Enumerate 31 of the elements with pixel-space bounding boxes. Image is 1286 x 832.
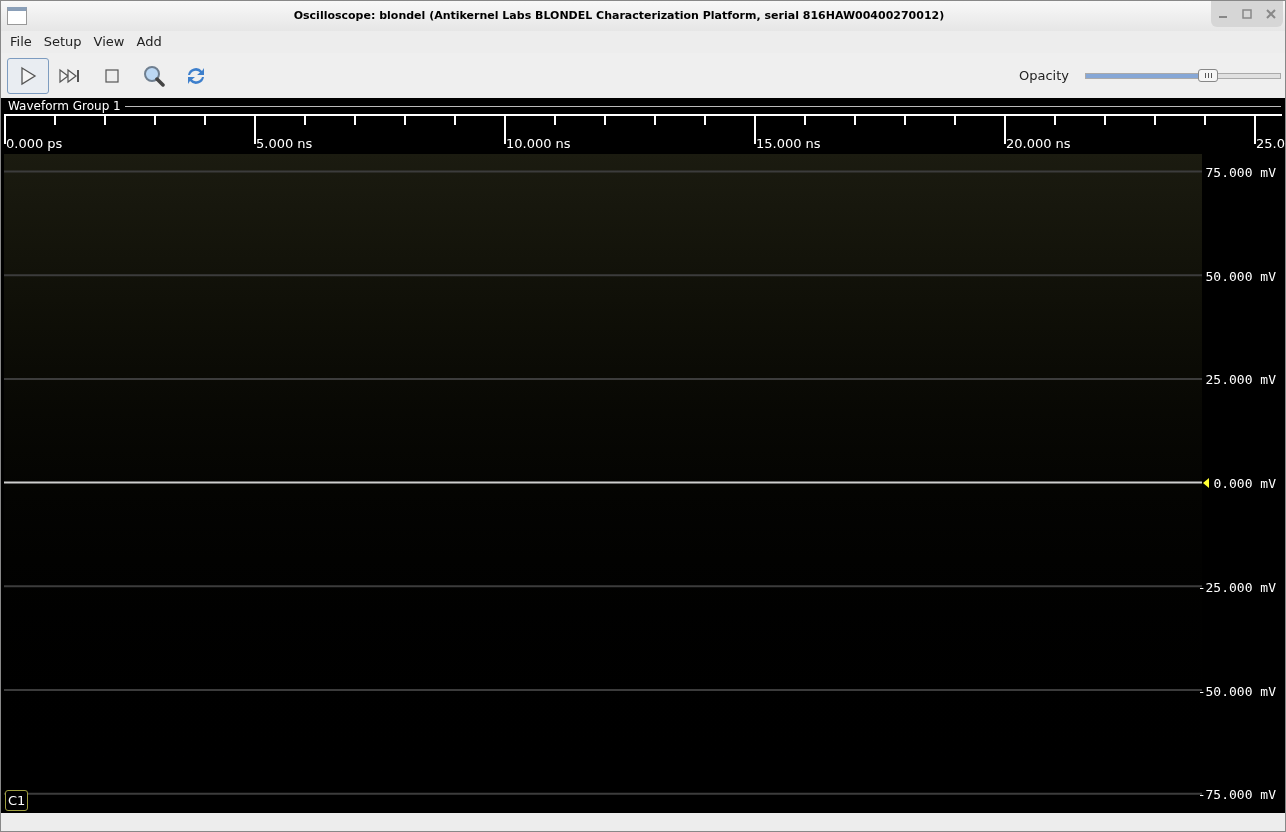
toolbar-button[interactable] — [7, 57, 49, 94]
time-label: 15.000 ns — [756, 135, 821, 153]
time-label: 20.000 ns — [1006, 135, 1071, 153]
voltage-label: -50.000 mV — [1197, 682, 1276, 701]
stop-icon — [105, 68, 119, 83]
voltage-label: 0.000 mV — [1213, 475, 1276, 494]
voltage-label: -75.000 mV — [1197, 786, 1276, 805]
voltage-label: 50.000 mV — [1205, 267, 1276, 286]
menu-item[interactable]: Setup — [38, 32, 87, 52]
voltage-label: -25.000 mV — [1197, 578, 1276, 597]
time-label: 0.000 ps — [6, 135, 63, 153]
group-title: Waveform Group 1 — [7, 98, 122, 115]
voltage-label: 75.000 mV — [1205, 164, 1276, 182]
time-label: 5.000 ns — [256, 135, 313, 153]
menu-item[interactable]: Add — [131, 32, 167, 52]
opacity-label: Opacity — [1019, 66, 1069, 85]
play-icon — [18, 65, 38, 86]
time-label: 10.000 ns — [506, 135, 571, 153]
window-menu-icon[interactable] — [7, 7, 27, 25]
window-title: Oscilloscope: blondel (Antikernel Labs BLONDEL Characterization Platform, serial 816HAW00400270012) — [292, 7, 946, 24]
menu-item[interactable]: View — [88, 32, 130, 52]
voltage-label: 25.000 mV — [1205, 371, 1276, 390]
opacity-slider[interactable] — [1085, 68, 1281, 83]
slider-thumb[interactable] — [1198, 68, 1219, 82]
channel-badge[interactable]: C1 — [5, 789, 29, 811]
close-icon[interactable] — [1266, 9, 1276, 19]
search-icon — [143, 64, 165, 87]
skip-forward-icon — [59, 67, 81, 84]
menu-item[interactable]: File — [5, 32, 37, 52]
maximize-icon[interactable] — [1242, 9, 1252, 19]
time-label: 25.0 — [1256, 135, 1285, 153]
